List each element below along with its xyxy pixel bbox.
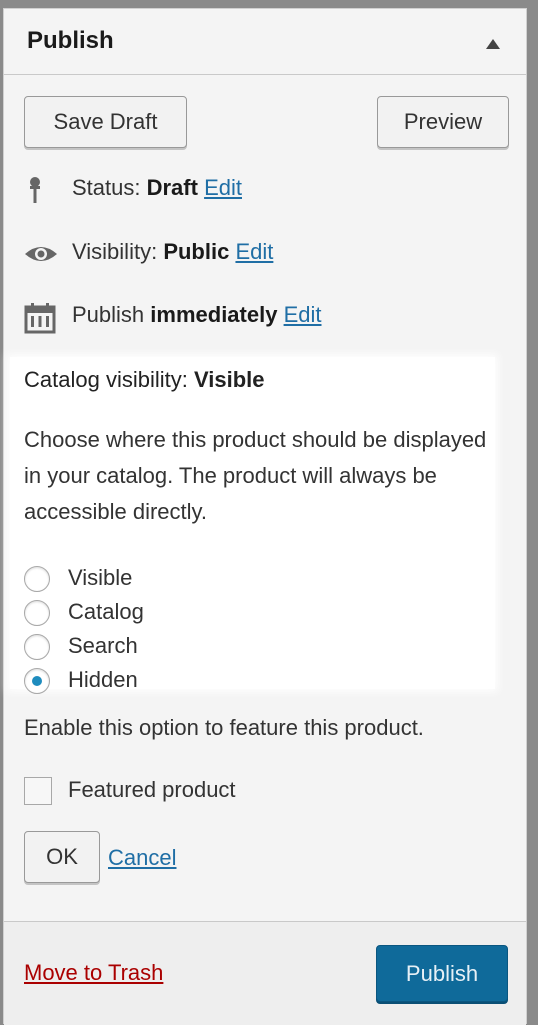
catalog-visibility-description: Choose where this product should be disp… bbox=[24, 427, 487, 524]
status-edit-link[interactable]: Edit bbox=[204, 175, 242, 200]
featured-product-label[interactable]: Featured product bbox=[68, 777, 236, 803]
radio-button-checked[interactable] bbox=[24, 668, 50, 694]
eye-icon bbox=[24, 239, 58, 275]
catalog-visibility-panel: Catalog visibility: Visible Choose where… bbox=[10, 357, 495, 694]
visibility-label: Visibility: bbox=[72, 239, 158, 264]
cancel-link[interactable]: Cancel bbox=[108, 845, 176, 871]
catalog-visibility-title: Catalog visibility: Visible bbox=[24, 367, 265, 393]
radio-button[interactable] bbox=[24, 600, 50, 626]
ok-button[interactable]: OK bbox=[24, 831, 100, 883]
move-to-trash-link[interactable]: Move to Trash bbox=[24, 960, 163, 986]
radio-button[interactable] bbox=[24, 634, 50, 660]
publish-box-footer: Move to Trash Publish bbox=[4, 921, 526, 1025]
publish-box-title: Publish bbox=[27, 27, 114, 54]
catalog-visibility-value: Visible bbox=[193, 367, 265, 392]
publish-box-header[interactable]: Publish bbox=[4, 9, 526, 75]
radio-label: Search bbox=[68, 633, 138, 658]
radio-label: Hidden bbox=[68, 667, 138, 692]
calendar-icon bbox=[24, 302, 56, 340]
status-value: Draft bbox=[146, 175, 198, 200]
radio-label: Visible bbox=[68, 565, 133, 590]
publish-time-value: immediately bbox=[150, 302, 278, 327]
preview-button[interactable]: Preview bbox=[377, 96, 509, 148]
status-label: Status: bbox=[72, 175, 141, 200]
catalog-visibility-label: Catalog visibility: bbox=[24, 367, 188, 392]
radio-label: Catalog bbox=[68, 599, 144, 624]
visibility-edit-link[interactable]: Edit bbox=[235, 239, 273, 264]
publish-box: Publish Save Draft Preview Status: Draft… bbox=[3, 8, 527, 1025]
featured-product-checkbox[interactable] bbox=[24, 777, 52, 805]
featured-hint-text: Enable this option to feature this produ… bbox=[24, 715, 424, 740]
visibility-value: Public bbox=[163, 239, 230, 264]
publish-button[interactable]: Publish bbox=[376, 945, 508, 1002]
pin-icon bbox=[24, 175, 46, 211]
publish-time-edit-link[interactable]: Edit bbox=[284, 302, 322, 327]
publish-time-label: Publish bbox=[72, 302, 145, 327]
collapse-arrow-icon[interactable] bbox=[486, 39, 500, 49]
save-draft-button[interactable]: Save Draft bbox=[24, 96, 187, 148]
radio-button[interactable] bbox=[24, 566, 50, 592]
